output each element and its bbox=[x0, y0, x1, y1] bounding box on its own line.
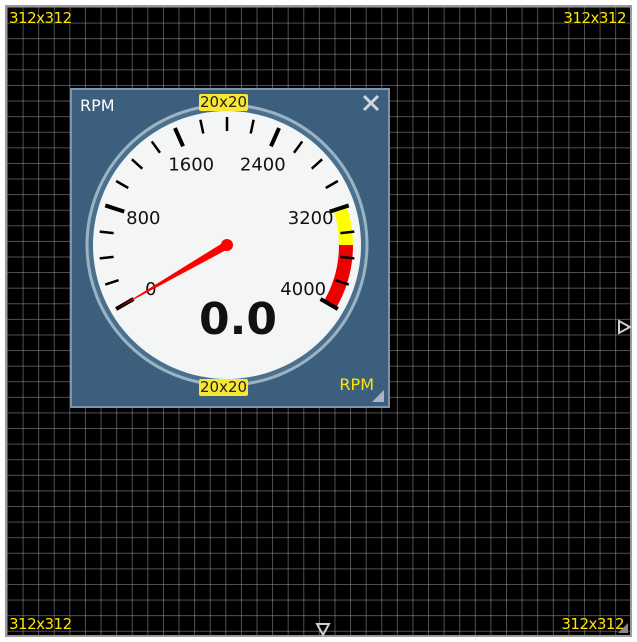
canvas-size-label-top-right: 312x312 bbox=[563, 9, 626, 27]
rpm-gauge-widget[interactable]: 08001600240032004000 0.0 RPM RPM 20x20 2… bbox=[70, 88, 390, 408]
minor-tick bbox=[340, 255, 355, 260]
gauge-size-badge-bottom: 20x20 bbox=[199, 378, 249, 396]
tick-label: 2400 bbox=[240, 155, 286, 176]
expand-right-arrow-icon[interactable] bbox=[616, 319, 632, 335]
gauge-value-readout: 0.0 bbox=[199, 294, 277, 345]
minor-tick bbox=[340, 230, 355, 235]
canvas-resize-grip-icon[interactable] bbox=[618, 623, 628, 633]
gauge-dial: 08001600240032004000 0.0 bbox=[85, 103, 369, 387]
resize-handle-icon[interactable] bbox=[372, 390, 384, 402]
tick-label: 800 bbox=[126, 208, 160, 229]
minor-tick bbox=[99, 230, 114, 235]
tick-label: 4000 bbox=[280, 279, 326, 300]
expand-down-arrow-icon[interactable] bbox=[315, 621, 331, 637]
gauge-title: RPM bbox=[80, 96, 115, 115]
minor-tick bbox=[99, 255, 114, 260]
close-icon[interactable] bbox=[360, 92, 382, 114]
tick-label: 1600 bbox=[168, 155, 214, 176]
gauge-size-badge-top: 20x20 bbox=[199, 93, 249, 111]
needle-hub bbox=[221, 239, 233, 251]
canvas-size-label-bottom-left: 312x312 bbox=[9, 615, 72, 633]
canvas-size-label-top-left: 312x312 bbox=[9, 9, 72, 27]
warning-zone-arc bbox=[333, 206, 353, 246]
tick-label: 3200 bbox=[288, 208, 334, 229]
canvas-size-label-bottom-right: 312x312 bbox=[561, 615, 624, 633]
gauge-unit-label: RPM bbox=[339, 375, 374, 394]
